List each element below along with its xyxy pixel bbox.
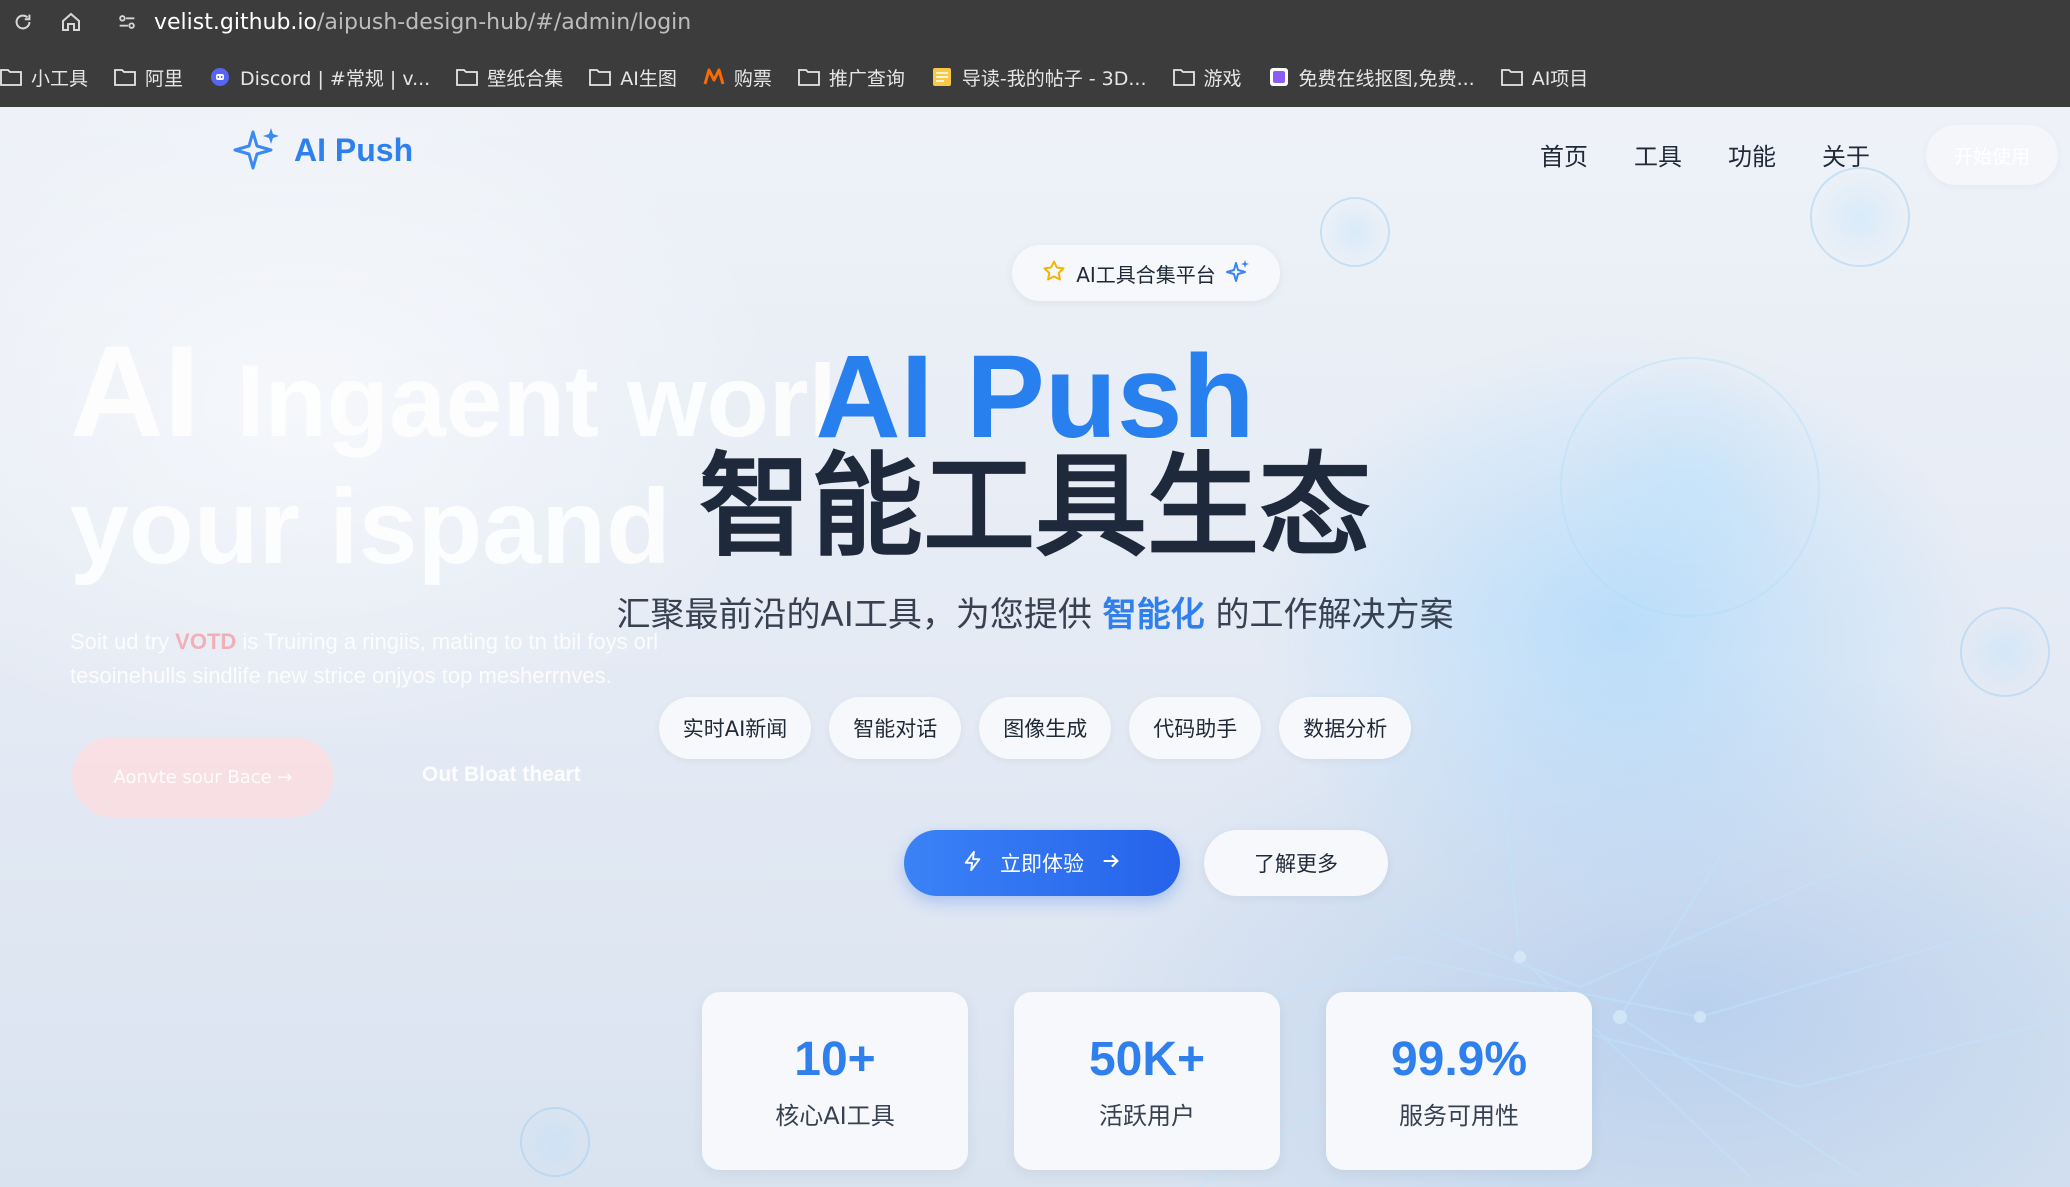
site-settings-icon[interactable] (112, 7, 142, 37)
platform-badge: AI工具合集平台 (1012, 245, 1280, 301)
bookmark-item[interactable]: 导读-我的帖子 - 3D... (931, 64, 1147, 91)
start-button[interactable]: 开始使用 (1926, 125, 2058, 185)
address-bar-row: velist.github.io/aipush-design-hub/#/adm… (0, 0, 2070, 44)
stat-label: 活跃用户 (1099, 1101, 1195, 1130)
decorative-orb (1320, 197, 1390, 267)
home-icon[interactable] (54, 5, 88, 39)
bookmark-item[interactable]: 小工具 (0, 64, 88, 91)
bookmark-item[interactable]: 免费在线抠图,免费... (1268, 64, 1475, 91)
folder-icon (797, 68, 820, 86)
bookmark-label: Discord | #常规 | v... (240, 67, 431, 90)
folder-icon (456, 68, 479, 86)
stats-row: 10+ 核心AI工具 50K+ 活跃用户 99.9% 服务可用性 (702, 992, 1592, 1170)
bookmark-item[interactable]: 阿里 (114, 64, 183, 91)
bookmark-label: 阿里 (145, 67, 184, 90)
nav-item-about[interactable]: 关于 (1822, 137, 1870, 172)
folder-icon (1172, 68, 1195, 86)
folder-icon (1500, 68, 1523, 86)
subtitle-highlight: 智能化 (1102, 595, 1205, 635)
bookmark-label: 游戏 (1203, 67, 1242, 90)
url-path: /aipush-design-hub/#/admin/login (316, 9, 692, 35)
bookmark-item[interactable]: 购票 (703, 64, 772, 91)
stat-card: 99.9% 服务可用性 (1326, 992, 1592, 1170)
discord-icon (209, 68, 231, 86)
nav-item-tools[interactable]: 工具 (1634, 137, 1682, 172)
site-header: AI Push 首页 工具 功能 关于 开始使用 (0, 107, 2070, 207)
subtitle-text: 的工作解决方案 (1215, 595, 1454, 635)
note-icon (931, 68, 953, 86)
chip-chat[interactable]: 智能对话 (829, 697, 962, 759)
subtitle-text: 汇聚最前沿的AI工具，为您提供 (616, 595, 1092, 635)
url-field[interactable]: velist.github.io/aipush-design-hub/#/adm… (112, 2, 2070, 42)
chip-data-analysis[interactable]: 数据分析 (1279, 697, 1412, 759)
bookmarks-bar: 小工具 阿里 Discord | #常规 | v... 壁纸合集 AI生图 购票 推广查询 导… (0, 55, 2070, 99)
bookmark-item[interactable]: Discord | #常规 | v... (209, 64, 430, 91)
stat-card: 10+ 核心AI工具 (702, 992, 968, 1170)
bookmark-label: 导读-我的帖子 - 3D... (961, 67, 1147, 90)
learn-more-button[interactable]: 了解更多 (1204, 830, 1388, 896)
nav-item-features[interactable]: 功能 (1728, 137, 1776, 172)
folder-icon (114, 68, 136, 86)
decorative-orb (520, 1107, 590, 1177)
stat-value: 10+ (794, 1032, 876, 1086)
try-now-label: 立即体验 (1000, 852, 1084, 876)
stat-card: 50K+ 活跃用户 (1014, 992, 1280, 1170)
bookmark-item[interactable]: AI生图 (589, 64, 677, 91)
bookmark-label: 推广查询 (828, 67, 905, 90)
hero-title: AI Push (815, 331, 1255, 463)
logo-text: AI Push (294, 131, 414, 168)
star-icon (1042, 259, 1066, 288)
chip-ai-news[interactable]: 实时AI新闻 (658, 697, 812, 759)
badge-label: AI工具合集平台 (1076, 262, 1216, 287)
browser-chrome: velist.github.io/aipush-design-hub/#/adm… (0, 0, 2070, 107)
chip-image-generation[interactable]: 图像生成 (979, 697, 1112, 759)
reload-icon[interactable] (6, 5, 40, 39)
hero-subtitle: 汇聚最前沿的AI工具，为您提供 智能化 的工作解决方案 (0, 587, 2070, 636)
nav-item-home[interactable]: 首页 (1540, 137, 1588, 172)
url-host: velist.github.io (154, 9, 317, 35)
stat-value: 99.9% (1390, 1032, 1528, 1086)
sparkle-icon (1225, 259, 1250, 288)
stat-label: 服务可用性 (1399, 1101, 1519, 1130)
arrow-right-icon (1100, 850, 1122, 877)
folder-icon (589, 68, 612, 86)
sparkle-logo-icon (232, 125, 282, 175)
bookmark-label: 壁纸合集 (487, 67, 564, 90)
bookmark-item[interactable]: 壁纸合集 (456, 64, 563, 91)
main-nav: 首页 工具 功能 关于 (1540, 137, 1870, 172)
app-icon (1268, 68, 1290, 86)
bookmark-item[interactable]: 推广查询 (797, 64, 905, 91)
site-logo[interactable]: AI Push (232, 125, 413, 175)
stat-label: 核心AI工具 (775, 1101, 895, 1130)
stat-value: 50K+ (1088, 1032, 1206, 1086)
feature-chips: 实时AI新闻 智能对话 图像生成 代码助手 数据分析 (0, 697, 2070, 759)
ghost-sub-line2: tesoinehulls sindlife new strice onjyos … (70, 663, 612, 688)
m-logo-icon (703, 68, 725, 86)
try-now-button[interactable]: 立即体验 (904, 830, 1180, 896)
bookmark-label: AI生图 (620, 67, 677, 90)
bookmark-label: 免费在线抠图,免费... (1298, 67, 1475, 90)
lightning-icon (962, 850, 984, 877)
bookmark-label: 小工具 (31, 67, 89, 90)
bookmark-item[interactable]: 游戏 (1172, 64, 1242, 91)
bookmark-item[interactable]: AI项目 (1500, 64, 1589, 91)
hero-title-cn: 智能工具生态 (699, 442, 1371, 572)
folder-icon (0, 68, 22, 86)
chip-code-assistant[interactable]: 代码助手 (1129, 697, 1262, 759)
background-ghost-link: Out Bloat theart (422, 763, 581, 786)
bookmark-label: 购票 (733, 67, 772, 90)
landing-page: AI Ingaent worl your ispand Soit ud try … (0, 107, 2070, 1187)
bookmark-label: AI项目 (1531, 67, 1589, 90)
